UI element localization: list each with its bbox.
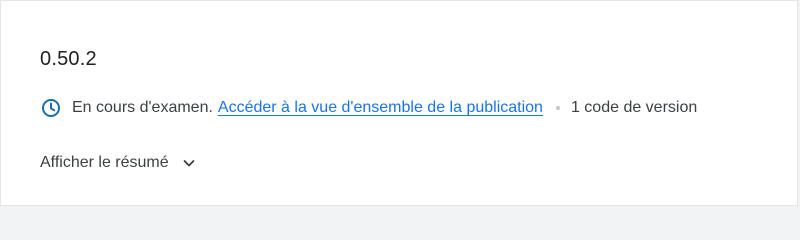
release-version-title: 0.50.2 bbox=[40, 48, 97, 70]
clock-icon bbox=[41, 98, 61, 118]
separator-dot bbox=[555, 106, 560, 110]
version-code-count: 1 code de version bbox=[570, 99, 698, 116]
show-summary-toggle[interactable]: Afficher le résumé bbox=[40, 151, 197, 175]
show-summary-label: Afficher le résumé bbox=[40, 154, 169, 171]
release-card: 0.50.2 En cours d'examen. Accéder à la v… bbox=[0, 0, 798, 206]
release-overview-link[interactable]: Accéder à la vue d'ensemble de la public… bbox=[218, 99, 543, 117]
release-status-row: En cours d'examen. Accéder à la vue d'en… bbox=[41, 96, 697, 120]
status-text: En cours d'examen. bbox=[72, 99, 213, 116]
chevron-down-icon bbox=[181, 155, 197, 171]
